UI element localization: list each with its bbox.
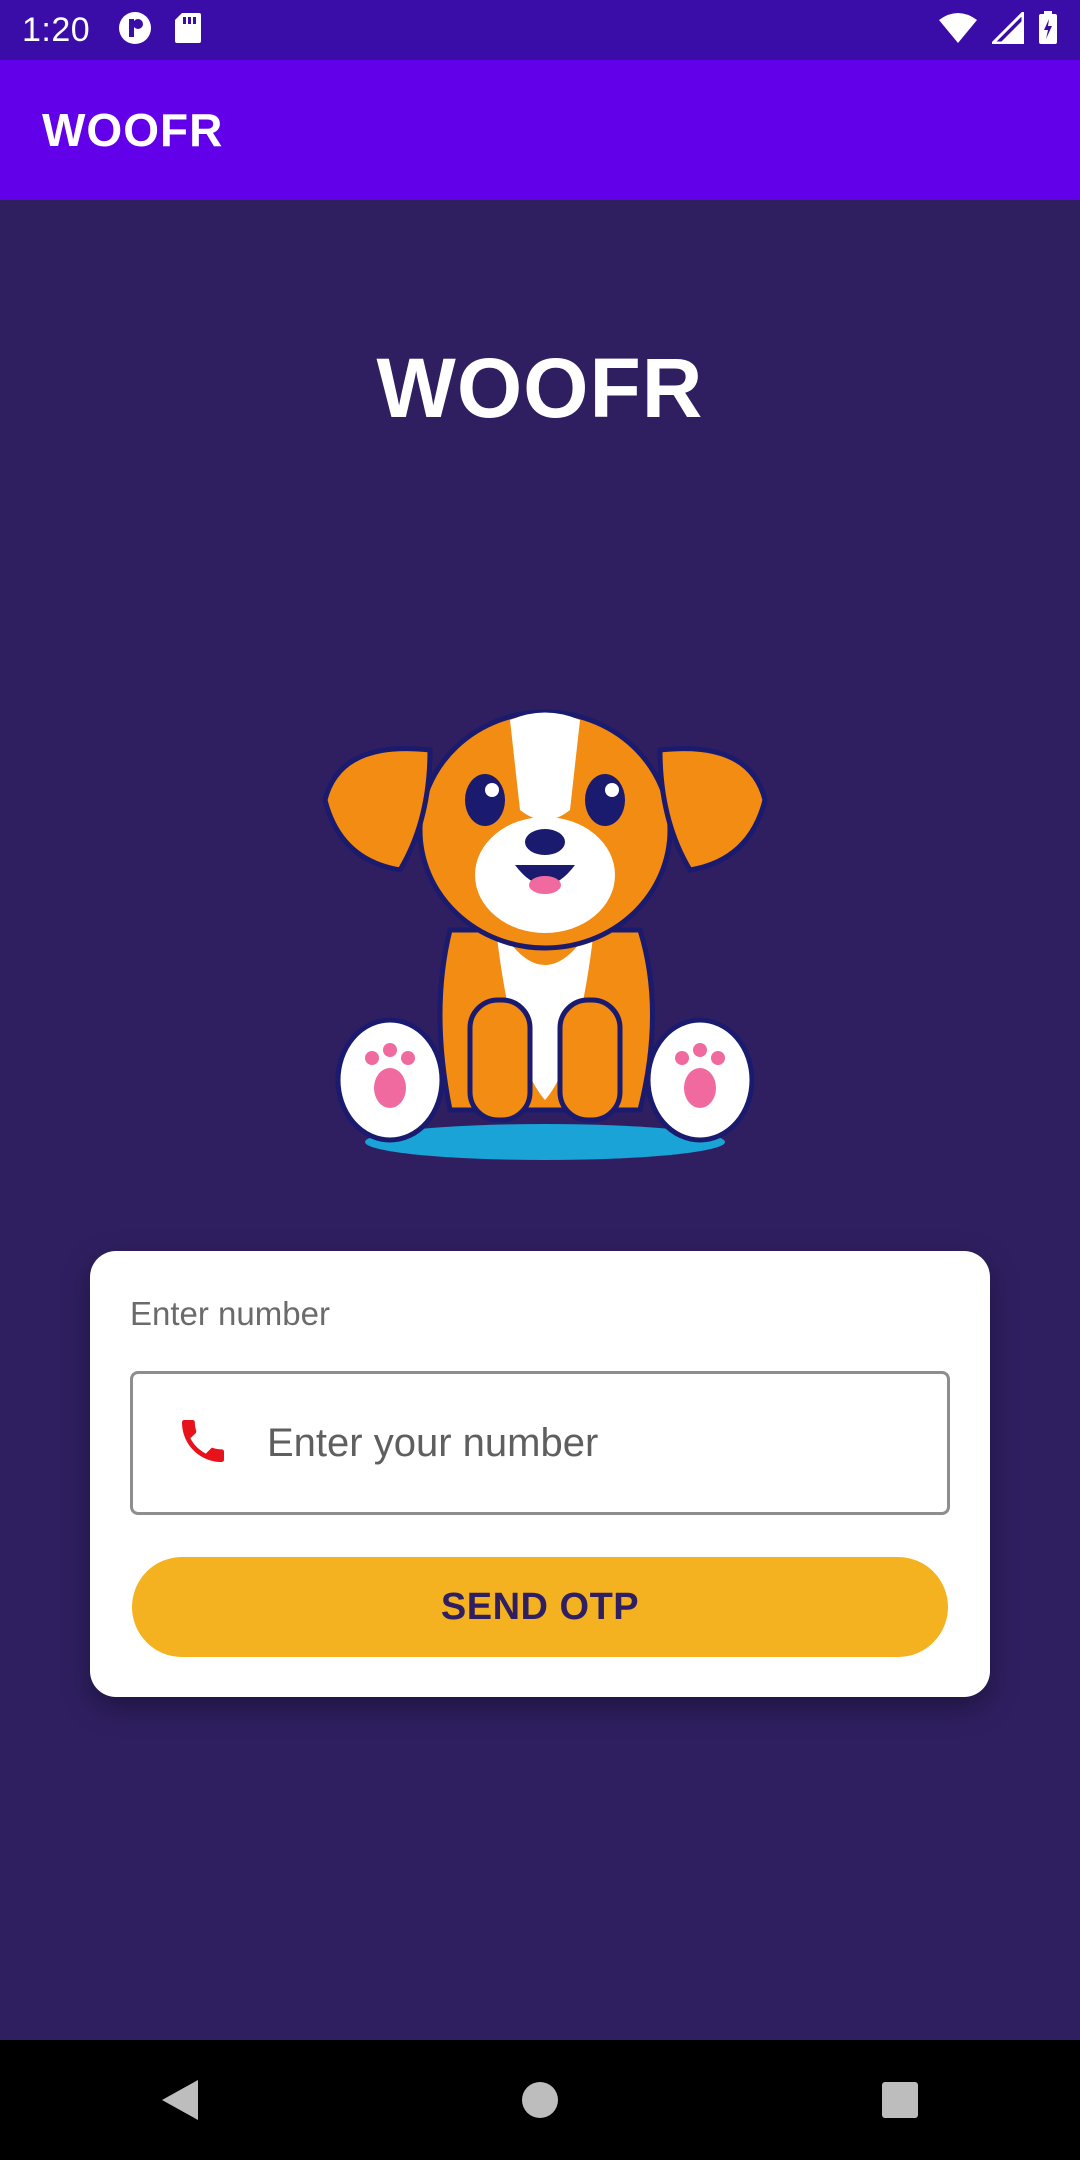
main-content: WOOFR Enter number Enter your number SEN… bbox=[0, 200, 1080, 2040]
app-bar: WOOFR bbox=[0, 60, 1080, 200]
phone-icon bbox=[133, 1413, 231, 1474]
battery-icon bbox=[1038, 10, 1058, 50]
recents-button[interactable] bbox=[840, 2040, 960, 2160]
recents-icon bbox=[882, 2082, 918, 2118]
cell-signal-icon bbox=[989, 8, 1025, 49]
notification-icon bbox=[118, 11, 152, 50]
back-button[interactable] bbox=[120, 2040, 240, 2160]
phone-number-input[interactable] bbox=[265, 1419, 869, 1467]
dog-mascot-illustration bbox=[322, 709, 768, 1160]
wifi-icon bbox=[938, 12, 978, 49]
home-button[interactable] bbox=[480, 2040, 600, 2160]
back-icon bbox=[162, 2080, 198, 2120]
enter-number-label: Enter number bbox=[130, 1295, 330, 1332]
home-icon bbox=[522, 2082, 558, 2118]
app-bar-title: WOOFR bbox=[42, 104, 224, 156]
sd-card-icon bbox=[174, 12, 202, 49]
send-otp-button[interactable]: SEND OTP bbox=[132, 1557, 948, 1657]
login-card: Enter number SEND OTP bbox=[90, 1251, 990, 1697]
status-time: 1:20 bbox=[22, 10, 91, 49]
navigation-bar bbox=[0, 2040, 1080, 2160]
phone-number-field[interactable] bbox=[130, 1371, 950, 1515]
hero-title: WOOFR bbox=[376, 341, 704, 435]
status-bar: 1:20 bbox=[0, 0, 1080, 60]
